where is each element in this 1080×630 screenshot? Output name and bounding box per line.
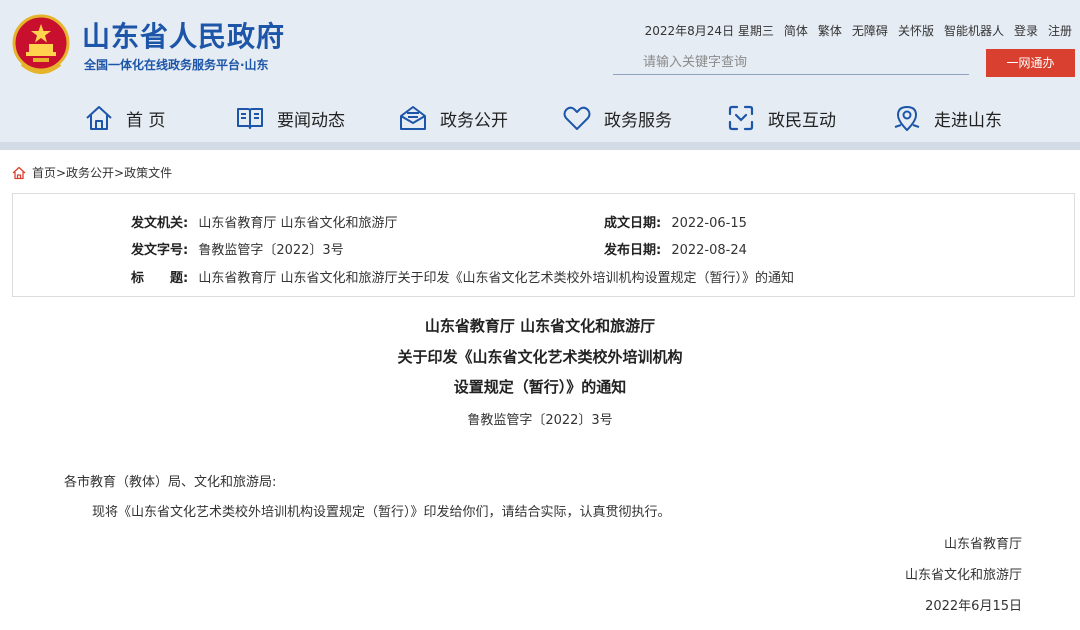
search-input[interactable]: [613, 51, 969, 75]
doc-number: 鲁教监管字〔2022〕3号: [467, 413, 613, 428]
current-date: 2022年8月24日 星期三: [644, 24, 774, 38]
header-divider: [0, 142, 1080, 150]
nav-item-home[interactable]: 首 页: [84, 98, 165, 138]
doc-title-line-2: 关于印发《山东省文化艺术类校外培训机构: [397, 348, 683, 366]
main-nav: 首 页 要闻动态 政务公开 政务服务 政民互动 走进山东: [0, 98, 1080, 138]
signature-date: 2022年6月15日: [925, 599, 1022, 614]
doc-number-row: 发文字号: 鲁教监管字〔2022〕3号: [131, 239, 344, 258]
nav-label: 走进山东: [934, 110, 1002, 131]
title-label: 标 题:: [131, 271, 189, 286]
signature-org-1: 山东省教育厅: [943, 537, 1022, 552]
link-accessibility[interactable]: 无障碍: [852, 22, 888, 39]
nav-label: 首 页: [126, 110, 166, 131]
written-date-label: 成文日期:: [604, 216, 662, 231]
written-date-value: 2022-06-15: [671, 216, 747, 231]
nav-label: 政务服务: [604, 110, 672, 131]
link-register[interactable]: 注册: [1048, 22, 1072, 39]
book-icon: [237, 108, 263, 129]
home-icon: [86, 106, 112, 130]
published-date-label: 发布日期:: [604, 243, 662, 258]
top-utility-bar: 2022年8月24日 星期三 简体 繁体 无障碍 关怀版 智能机器人 登录 注册: [645, 22, 1072, 39]
issuer-row: 发文机关: 山东省教育厅 山东省文化和旅游厅: [131, 212, 397, 231]
doc-number-value: 鲁教监管字〔2022〕3号: [198, 243, 344, 258]
link-smart-robot[interactable]: 智能机器人: [944, 22, 1004, 39]
issuer-label: 发文机关:: [131, 216, 189, 231]
doc-title-line-3: 设置规定（暂行）》的通知: [453, 378, 627, 396]
nav-item-gov-affairs[interactable]: 政务公开: [398, 98, 508, 138]
link-simplified[interactable]: 简体: [784, 22, 808, 39]
national-emblem-icon: [12, 14, 70, 74]
site-header: 山东省人民政府 全国一体化在线政务服务平台·山东 2022年8月24日 星期三 …: [0, 0, 1080, 150]
one-stop-service-button[interactable]: 一网通办: [986, 49, 1075, 77]
home-icon[interactable]: [12, 166, 26, 180]
title-value: 山东省教育厅 山东省文化和旅游厅关于印发《山东省文化艺术类校外培训机构设置规定（…: [198, 271, 794, 286]
nav-item-news[interactable]: 要闻动态: [235, 98, 345, 138]
interaction-icon: [728, 105, 754, 131]
link-login[interactable]: 登录: [1014, 22, 1038, 39]
title-row: 标 题: 山东省教育厅 山东省文化和旅游厅关于印发《山东省文化艺术类校外培训机构…: [131, 267, 794, 286]
doc-salutation: 各市教育（教体）局、文化和旅游局:: [64, 475, 277, 490]
site-subtitle: 全国一体化在线政务服务平台·山东: [84, 58, 269, 72]
published-date-value: 2022-08-24: [671, 243, 747, 258]
written-date-row: 成文日期: 2022-06-15: [604, 212, 747, 231]
doc-title-line-1: 山东省教育厅 山东省文化和旅游厅: [424, 317, 656, 335]
signature-org-2: 山东省文化和旅游厅: [904, 568, 1022, 583]
location-icon: [894, 106, 920, 131]
inbox-icon: [400, 106, 426, 130]
breadcrumb: 首页>政务公开>政策文件: [12, 164, 172, 181]
document-info-box: 发文机关: 山东省教育厅 山东省文化和旅游厅 发文字号: 鲁教监管字〔2022〕…: [12, 193, 1075, 297]
heart-icon: [563, 106, 591, 130]
nav-label: 政民互动: [768, 110, 836, 131]
nav-item-about-shandong[interactable]: 走进山东: [892, 98, 1002, 138]
nav-item-interaction[interactable]: 政民互动: [726, 98, 836, 138]
nav-label: 要闻动态: [277, 110, 345, 131]
issuer-value: 山东省教育厅 山东省文化和旅游厅: [198, 216, 398, 231]
nav-item-gov-services[interactable]: 政务服务: [562, 98, 672, 138]
doc-body-paragraph: 现将《山东省文化艺术类校外培训机构设置规定（暂行）》印发给你们，请结合实际，认真…: [92, 505, 671, 520]
link-care-version[interactable]: 关怀版: [898, 22, 934, 39]
breadcrumb-path[interactable]: 首页>政务公开>政策文件: [32, 164, 172, 181]
site-title[interactable]: 山东省人民政府: [82, 15, 285, 55]
doc-number-label: 发文字号:: [131, 243, 189, 258]
published-date-row: 发布日期: 2022-08-24: [604, 239, 747, 258]
link-traditional[interactable]: 繁体: [818, 22, 842, 39]
nav-label: 政务公开: [440, 110, 508, 131]
